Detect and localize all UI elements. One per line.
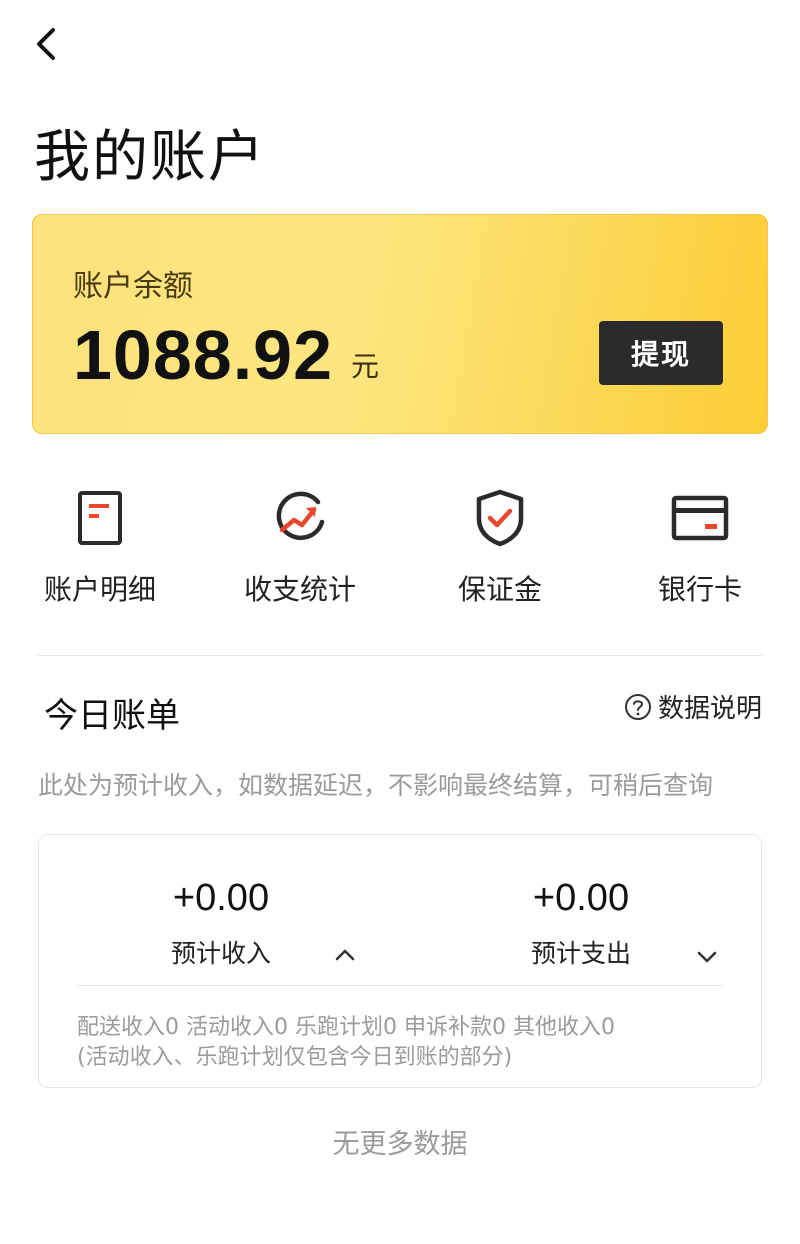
shield-check-icon bbox=[470, 488, 530, 548]
expense-stat: +0.00 预计支出 bbox=[431, 877, 731, 970]
question-circle-icon bbox=[624, 693, 651, 720]
income-toggle[interactable] bbox=[331, 941, 359, 969]
balance-unit: 元 bbox=[351, 350, 380, 383]
expense-label: 预计支出 bbox=[530, 939, 631, 968]
trend-chart-icon bbox=[270, 488, 330, 548]
income-value: +0.00 bbox=[172, 877, 270, 919]
quick-item-deposit[interactable]: 保证金 bbox=[400, 480, 600, 620]
quick-item-account-details[interactable]: 账户明细 bbox=[0, 480, 200, 620]
data-explain-label: 数据说明 bbox=[657, 694, 762, 724]
chevron-left-icon bbox=[37, 28, 55, 60]
breakdown-note: (活动收入、乐跑计划仅包含今日到账的部分) bbox=[77, 1045, 513, 1070]
section-title: 今日账单 bbox=[44, 696, 180, 736]
chevron-down-icon bbox=[697, 951, 717, 963]
quick-actions: 账户明细 收支统计 保证金 银行卡 bbox=[0, 480, 800, 620]
quick-label: 保证金 bbox=[457, 573, 542, 606]
document-icon bbox=[70, 488, 130, 548]
chevron-up-icon bbox=[335, 949, 355, 961]
expense-value: +0.00 bbox=[532, 877, 630, 919]
balance-card: 账户余额 1088.92 元 提现 bbox=[32, 214, 768, 434]
income-breakdown: 配送收入0 活动收入0 乐跑计划0 申诉补款0 其他收入0 bbox=[77, 1015, 615, 1040]
bank-card-icon bbox=[670, 488, 730, 548]
data-explain-link[interactable]: 数据说明 bbox=[624, 688, 762, 725]
quick-item-bank-card[interactable]: 银行卡 bbox=[600, 480, 800, 620]
back-button[interactable] bbox=[24, 22, 68, 66]
withdraw-button[interactable]: 提现 bbox=[599, 321, 723, 385]
no-more-data: 无更多数据 bbox=[332, 1129, 468, 1160]
page-title: 我的账户 bbox=[34, 125, 266, 190]
quick-label: 收支统计 bbox=[243, 573, 356, 606]
expense-toggle[interactable] bbox=[693, 943, 721, 971]
balance-label: 账户余额 bbox=[73, 269, 193, 304]
divider bbox=[38, 655, 762, 656]
bill-summary-card: +0.00 预计收入 +0.00 预计支出 配送收入0 活动收入0 乐跑计划0 … bbox=[38, 834, 762, 1088]
income-stat: +0.00 预计收入 bbox=[71, 877, 371, 970]
quick-item-income-stats[interactable]: 收支统计 bbox=[200, 480, 400, 620]
balance-amount: 1088.92 bbox=[73, 316, 334, 394]
income-label: 预计收入 bbox=[170, 939, 271, 968]
quick-label: 银行卡 bbox=[657, 573, 742, 606]
notice-text: 此处为预计收入，如数据延迟，不影响最终结算，可稍后查询 bbox=[38, 771, 714, 800]
quick-label: 账户明细 bbox=[43, 573, 156, 606]
card-divider bbox=[77, 985, 723, 986]
